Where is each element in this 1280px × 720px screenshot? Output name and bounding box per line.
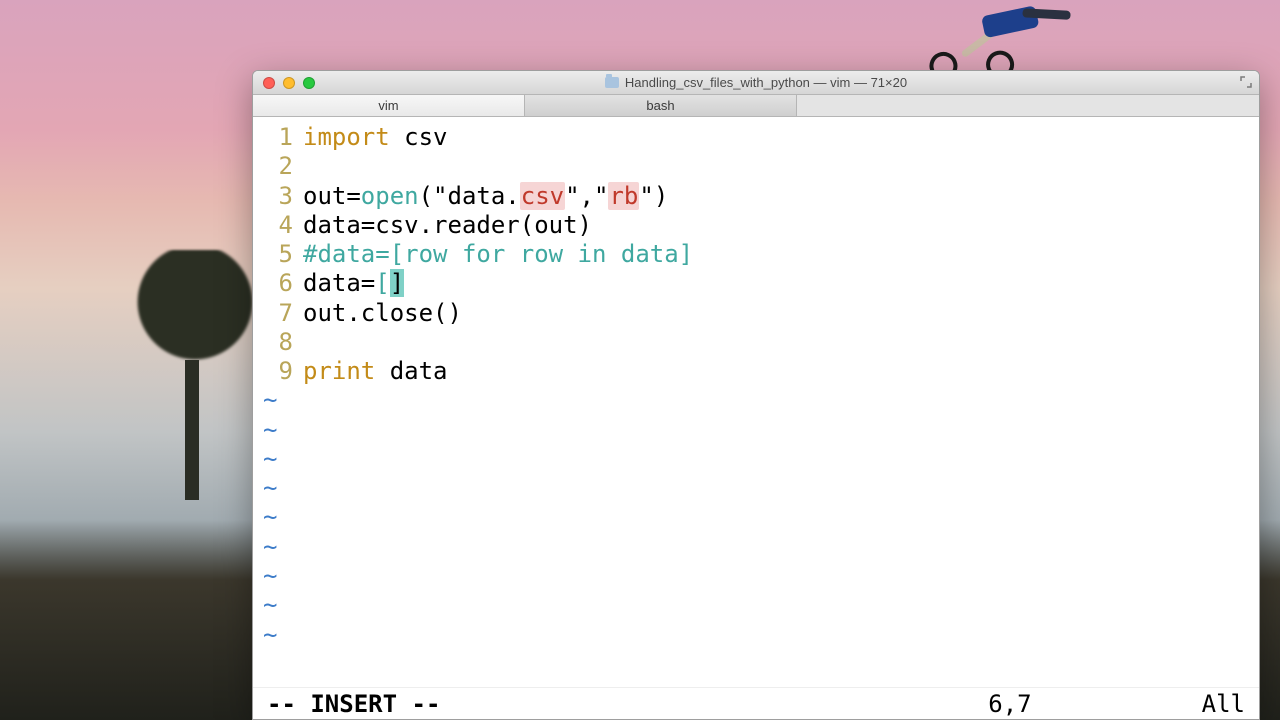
zoom-icon[interactable] [303, 77, 315, 89]
wallpaper-trunk [185, 360, 199, 500]
vim-editor[interactable]: 1import csv23out=open("data.csv","rb")4d… [253, 117, 1259, 687]
code-line[interactable]: 5#data=[row for row in data] [253, 240, 1259, 269]
tab-label: bash [646, 98, 674, 113]
line-number: 2 [253, 152, 303, 181]
code-content [303, 152, 1259, 181]
empty-line-tilde: ~ [253, 621, 277, 650]
tab-label: vim [378, 98, 398, 113]
line-number: 5 [253, 240, 303, 269]
window-titlebar[interactable]: Handling_csv_files_with_python — vim — 7… [253, 71, 1259, 95]
code-content: import csv [303, 123, 1259, 152]
line-number: 6 [253, 269, 303, 298]
code-line[interactable]: 6data=[] [253, 269, 1259, 298]
vim-scroll-percent: All [1202, 690, 1245, 718]
terminal-window: Handling_csv_files_with_python — vim — 7… [252, 70, 1260, 720]
code-content: out.close() [303, 299, 1259, 328]
empty-line-tilde: ~ [253, 386, 277, 415]
code-line[interactable]: 3out=open("data.csv","rb") [253, 182, 1259, 211]
line-number: 3 [253, 182, 303, 211]
code-line[interactable]: 4data=csv.reader(out) [253, 211, 1259, 240]
tab-vim[interactable]: vim [253, 95, 525, 116]
tab-bash[interactable]: bash [525, 95, 797, 116]
empty-line-tilde: ~ [253, 533, 277, 562]
line-number: 1 [253, 123, 303, 152]
vim-mode: -- INSERT -- [267, 690, 440, 718]
desktop-wallpaper: Handling_csv_files_with_python — vim — 7… [0, 0, 1280, 720]
code-line[interactable]: 2 [253, 152, 1259, 181]
empty-line-tilde: ~ [253, 591, 277, 620]
minimize-icon[interactable] [283, 77, 295, 89]
code-line[interactable]: 1import csv [253, 123, 1259, 152]
empty-line-tilde: ~ [253, 474, 277, 503]
empty-line-tilde: ~ [253, 416, 277, 445]
code-line[interactable]: 8 [253, 328, 1259, 357]
code-content: #data=[row for row in data] [303, 240, 1259, 269]
line-number: 9 [253, 357, 303, 386]
line-number: 4 [253, 211, 303, 240]
code-line[interactable]: 9print data [253, 357, 1259, 386]
code-content: data=csv.reader(out) [303, 211, 1259, 240]
empty-line-tilde: ~ [253, 503, 277, 532]
vim-status-bar: -- INSERT -- 6,7 All [253, 687, 1259, 719]
window-title-text: Handling_csv_files_with_python — vim — 7… [625, 75, 907, 90]
code-content [303, 328, 1259, 357]
code-content: out=open("data.csv","rb") [303, 182, 1259, 211]
line-number: 7 [253, 299, 303, 328]
expand-icon[interactable] [1239, 75, 1253, 89]
code-content: print data [303, 357, 1259, 386]
line-number: 8 [253, 328, 303, 357]
window-title: Handling_csv_files_with_python — vim — 7… [253, 75, 1259, 90]
terminal-tabs: vim bash [253, 95, 1259, 117]
close-icon[interactable] [263, 77, 275, 89]
code-line[interactable]: 7out.close() [253, 299, 1259, 328]
traffic-lights [263, 77, 315, 89]
vim-cursor-position: 6,7 [988, 690, 1031, 718]
empty-line-tilde: ~ [253, 445, 277, 474]
folder-icon [605, 77, 619, 88]
empty-line-tilde: ~ [253, 562, 277, 591]
code-content: data=[] [303, 269, 1259, 298]
